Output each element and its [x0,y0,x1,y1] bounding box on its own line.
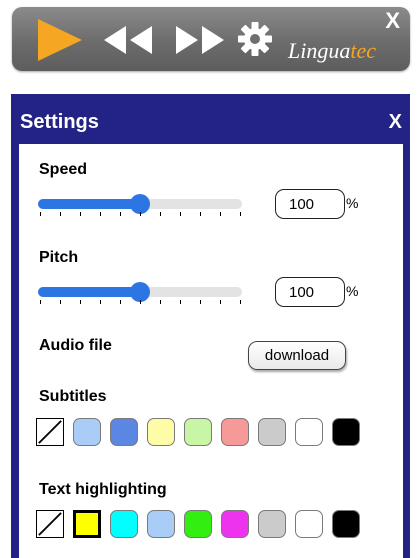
text-highlighting-label: Text highlighting [39,481,167,498]
slider-tick [120,212,121,216]
slider-tick [100,300,101,304]
highlight-color-swatch[interactable] [258,510,286,538]
highlight-color-none[interactable] [36,510,64,538]
fast-forward-icon[interactable] [174,24,226,56]
brand-part-2: tec [350,38,377,63]
pitch-slider-fill [38,287,140,297]
subtitle-color-swatch[interactable] [73,418,101,446]
settings-panel: Settings X Speed % Pitch % Audio file do… [11,94,410,558]
subtitle-color-swatch[interactable] [184,418,212,446]
slider-tick [120,300,121,304]
subtitle-color-swatch[interactable] [295,418,323,446]
pitch-slider-thumb[interactable] [130,282,150,302]
audio-file-label: Audio file [39,337,112,354]
highlight-color-swatch[interactable] [184,510,212,538]
play-icon[interactable] [36,17,84,63]
highlight-color-swatch[interactable] [332,510,360,538]
subtitle-color-swatch[interactable] [332,418,360,446]
slider-tick [180,300,181,304]
slider-tick [200,212,201,216]
pitch-slider[interactable] [38,278,244,308]
highlight-color-swatch[interactable] [110,510,138,538]
speed-slider-fill [38,199,140,209]
slider-tick [180,212,181,216]
highlight-color-swatch[interactable] [73,510,101,538]
pitch-unit: % [346,283,359,299]
slider-tick [80,212,81,216]
linguatec-logo: Linguatec [288,38,376,64]
download-button[interactable]: download [248,341,346,370]
subtitle-color-swatch[interactable] [258,418,286,446]
close-settings-button[interactable]: X [389,110,402,134]
pitch-input[interactable] [275,277,345,307]
slider-tick [60,212,61,216]
brand-part-1: Lingua [288,38,351,63]
settings-body: Speed % Pitch % Audio file download Subt… [19,144,403,558]
settings-title: Settings [20,111,99,133]
speed-slider-thumb[interactable] [130,194,150,214]
subtitle-color-swatch[interactable] [147,418,175,446]
subtitle-color-swatch[interactable] [221,418,249,446]
slider-tick [60,300,61,304]
speed-slider[interactable] [38,190,244,220]
slider-tick [160,212,161,216]
speed-label: Speed [39,161,88,178]
subtitle-color-swatch[interactable] [110,418,138,446]
slider-tick [160,300,161,304]
slider-tick [240,212,241,216]
no-color-icon [38,512,62,536]
close-player-button[interactable]: X [385,9,400,33]
player-toolbar: X Linguatec [12,7,410,71]
subtitles-label: Subtitles [39,388,107,405]
slider-tick [80,300,81,304]
slider-tick [40,300,41,304]
subtitle-color-none[interactable] [36,418,64,446]
slider-tick [200,300,201,304]
highlight-color-swatch[interactable] [147,510,175,538]
rewind-icon[interactable] [102,24,154,56]
slider-tick [240,300,241,304]
slider-tick [100,212,101,216]
gear-icon[interactable] [237,21,273,57]
highlight-color-swatch[interactable] [221,510,249,538]
slider-tick [40,212,41,216]
no-color-icon [38,420,62,444]
slider-tick [220,300,221,304]
slider-tick [140,300,141,304]
slider-tick [220,212,221,216]
highlight-color-swatch[interactable] [295,510,323,538]
slider-tick [140,212,141,216]
speed-unit: % [346,195,359,211]
speed-input[interactable] [275,189,345,219]
pitch-label: Pitch [39,249,79,266]
